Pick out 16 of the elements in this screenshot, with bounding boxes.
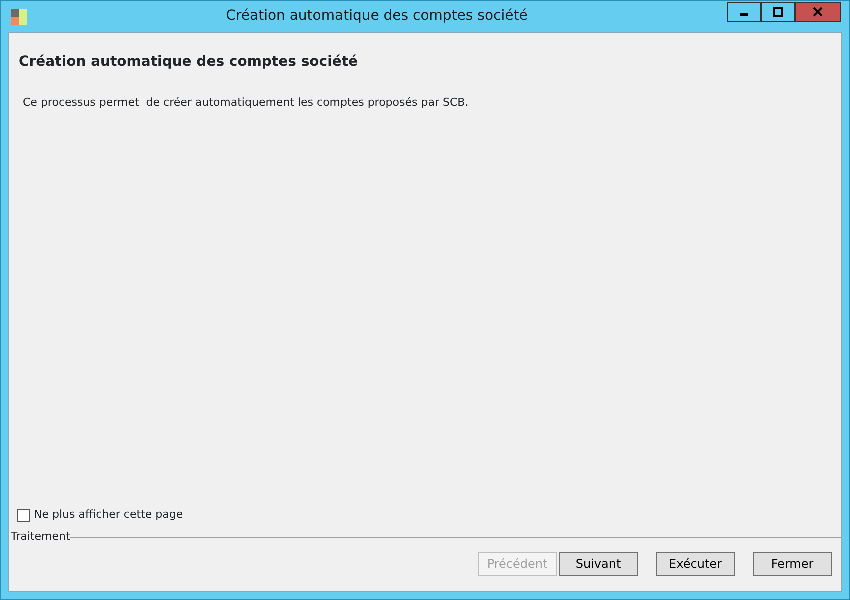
dialog-button[interactable]: Exécuter	[656, 552, 735, 576]
maximize-icon	[773, 6, 783, 16]
group-label: Traitement	[11, 528, 70, 544]
dialog-button[interactable]: Fermer	[753, 552, 832, 576]
close-button[interactable]	[795, 2, 841, 22]
minimize-icon	[740, 13, 748, 16]
dialog-button[interactable]: Suivant	[559, 552, 638, 576]
checkbox[interactable]	[17, 508, 30, 522]
minimize-button[interactable]	[727, 2, 761, 22]
page-heading: Création automatique des comptes société	[19, 53, 360, 72]
close-icon	[813, 6, 823, 16]
window-title: Création automatique des comptes société	[225, 7, 529, 26]
app-icon	[11, 8, 27, 24]
description-text: Ce processus permet de créer automatiquement les comptes proposés par SCB.	[23, 95, 470, 111]
checkbox-label[interactable]: Ne plus afficher cette page	[34, 507, 184, 524]
maximize-button[interactable]	[761, 2, 795, 22]
